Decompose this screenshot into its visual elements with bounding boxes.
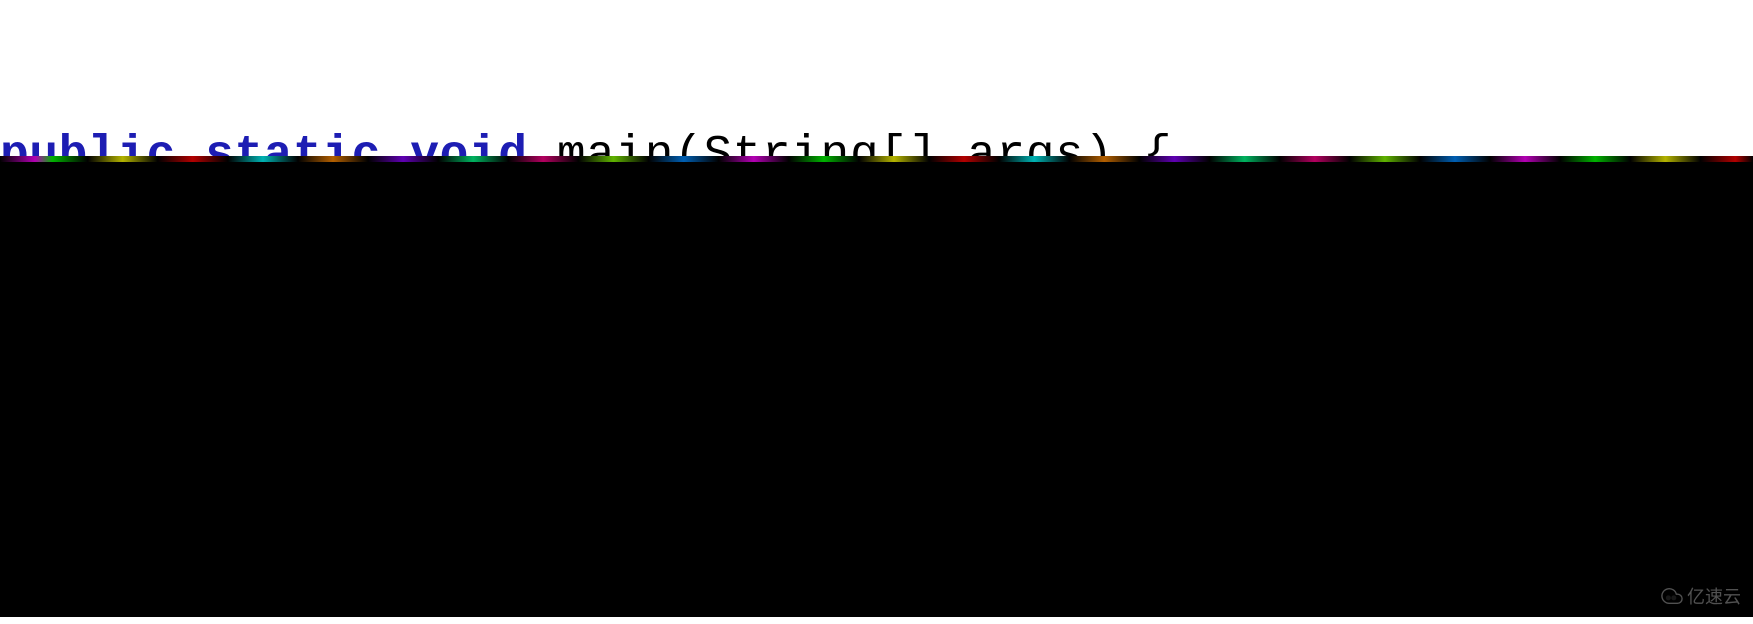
watermark: 亿速云 [1661,583,1741,609]
compression-artifact-line [0,156,1753,162]
obscured-region [0,156,1753,617]
cloud-icon [1661,585,1683,607]
watermark-text: 亿速云 [1687,583,1741,609]
